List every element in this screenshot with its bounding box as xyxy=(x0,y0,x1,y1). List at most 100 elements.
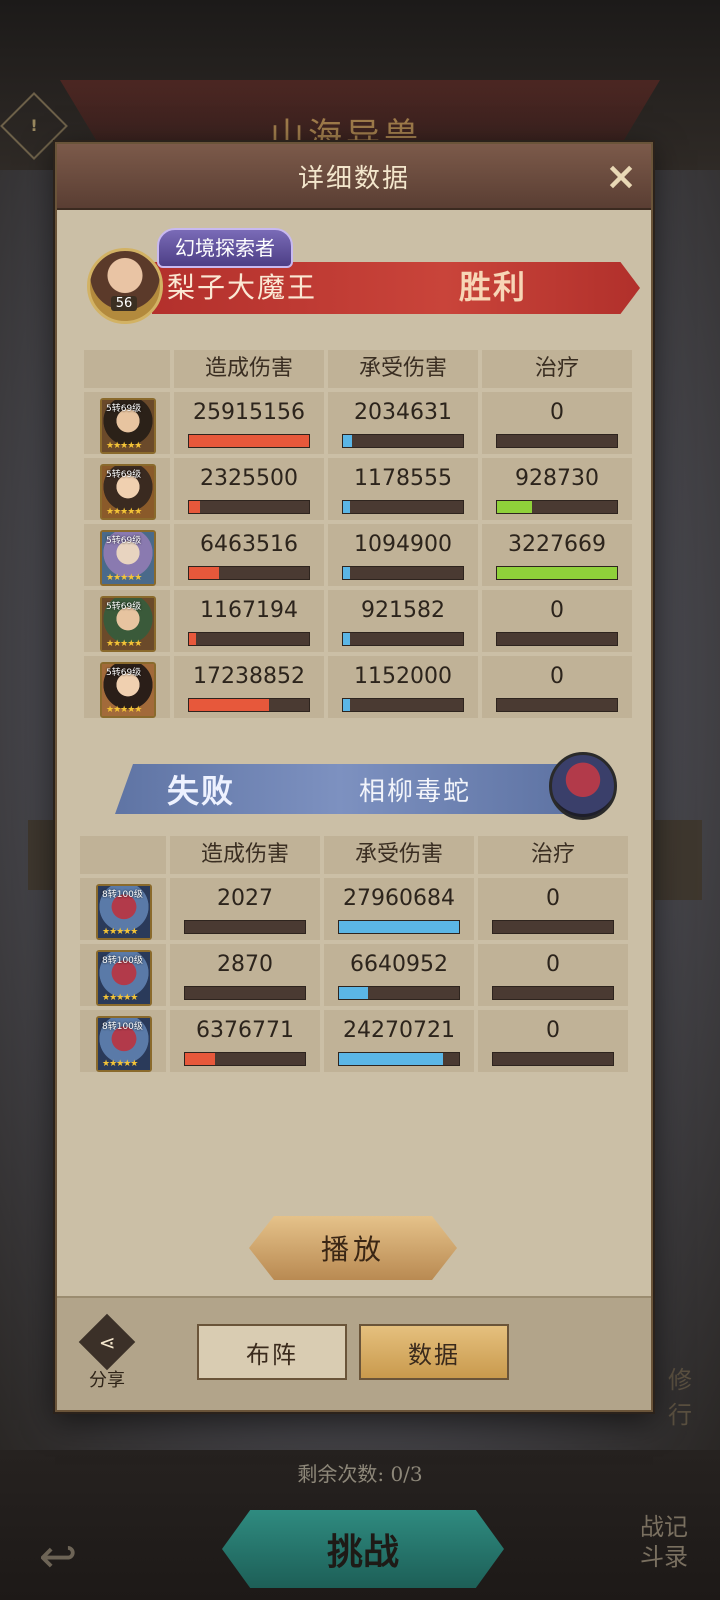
damage-dealt-bar xyxy=(188,434,310,448)
hero-portrait[interactable]: 8转100级 ★★★★★ xyxy=(96,950,152,1006)
damage-dealt-value: 6376771 xyxy=(196,1018,294,1043)
hero-portrait[interactable]: 8转100级 ★★★★★ xyxy=(96,1016,152,1072)
damage-taken-bar xyxy=(338,1052,460,1066)
hero-cell: 5转69级 ★★★★★ xyxy=(84,656,170,718)
player-avatar xyxy=(87,248,163,324)
hero-stars: ★★★★★ xyxy=(106,507,142,517)
hero-portrait[interactable]: 5转69级 ★★★★★ xyxy=(100,596,156,652)
healing-bar-fill xyxy=(497,501,532,513)
damage-dealt-bar-fill xyxy=(189,435,309,447)
practice-button[interactable]: 修 行 xyxy=(650,1360,710,1440)
damage-dealt-cell: 17238852 xyxy=(174,656,324,718)
hero-stars: ★★★★★ xyxy=(106,705,142,715)
dialog-title: 详细数据 xyxy=(297,164,410,194)
damage-taken-bar xyxy=(342,698,464,712)
damage-dealt-bar-fill xyxy=(189,633,197,645)
damage-taken-value: 921582 xyxy=(361,598,445,623)
challenge-button[interactable]: 挑战 xyxy=(222,1510,504,1588)
damage-dealt-bar xyxy=(188,632,310,646)
damage-dealt-bar-fill xyxy=(189,501,200,513)
enemy-name: 相柳毒蛇 xyxy=(359,777,472,807)
hero-portrait[interactable]: 5转69级 ★★★★★ xyxy=(100,530,156,586)
healing-cell: 0 xyxy=(482,392,632,454)
healing-bar xyxy=(492,920,614,934)
healing-value: 0 xyxy=(550,664,564,689)
damage-dealt-cell: 1167194 xyxy=(174,590,324,652)
healing-value: 928730 xyxy=(515,466,599,491)
hero-level-label: 8转100级 xyxy=(102,956,143,966)
dialog-footer xyxy=(57,1296,651,1410)
healing-bar xyxy=(496,698,618,712)
hero-cell: 8转100级 ★★★★★ xyxy=(80,878,166,940)
healing-bar-fill xyxy=(497,567,617,579)
damage-dealt-value: 6463516 xyxy=(200,532,298,557)
hero-portrait[interactable]: 5转69级 ★★★★★ xyxy=(100,398,156,454)
player-title-badge: 幻境探索者 xyxy=(157,228,293,268)
damage-taken-cell: 2034631 xyxy=(328,392,478,454)
hero-level-label: 8转100级 xyxy=(102,1022,143,1032)
header-healing: 治疗 xyxy=(482,350,632,388)
damage-taken-bar xyxy=(342,434,464,448)
damage-taken-bar xyxy=(342,566,464,580)
damage-taken-bar-fill xyxy=(339,987,368,999)
damage-dealt-value: 1167194 xyxy=(200,598,298,623)
hero-portrait[interactable]: 5转69级 ★★★★★ xyxy=(100,464,156,520)
damage-taken-cell: 6640952 xyxy=(324,944,474,1006)
healing-bar xyxy=(496,500,618,514)
damage-dealt-bar xyxy=(184,920,306,934)
healing-value: 0 xyxy=(546,952,560,977)
damage-taken-bar-fill xyxy=(343,435,352,447)
damage-dealt-cell: 25915156 xyxy=(174,392,324,454)
hero-cell: 5转69级 ★★★★★ xyxy=(84,458,170,520)
damage-dealt-value: 2870 xyxy=(217,952,273,977)
hero-level-label: 5转69级 xyxy=(106,668,142,678)
share-button[interactable]: ⋖ 分享 xyxy=(78,1313,136,1391)
header-damage-dealt: 造成伤害 xyxy=(174,350,324,388)
header-hero xyxy=(80,836,166,874)
tab-lineup[interactable]: 布阵 xyxy=(197,1324,347,1380)
table-row: 5转69级 ★★★★★ 1167194 921582 0 xyxy=(84,590,632,652)
healing-value: 0 xyxy=(550,400,564,425)
healing-bar xyxy=(492,986,614,1000)
table-row: 8转100级 ★★★★★ 2027 27960684 0 xyxy=(80,878,628,940)
table-row: 5转69级 ★★★★★ 6463516 1094900 3227669 xyxy=(84,524,632,586)
damage-taken-bar-fill xyxy=(339,1053,444,1065)
healing-bar xyxy=(496,434,618,448)
close-icon[interactable]: × xyxy=(601,156,641,196)
damage-taken-bar xyxy=(338,986,460,1000)
hero-portrait[interactable]: 5转69级 ★★★★★ xyxy=(100,662,156,718)
player-level: 56 xyxy=(111,296,137,311)
damage-dealt-bar-fill xyxy=(185,1053,215,1065)
hero-stars: ★★★★★ xyxy=(106,441,142,451)
victory-label: 胜利 xyxy=(459,268,528,306)
healing-value: 0 xyxy=(550,598,564,623)
table-row: 5转69级 ★★★★★ 25915156 2034631 0 xyxy=(84,392,632,454)
play-button[interactable]: 播放 xyxy=(249,1216,457,1280)
damage-dealt-value: 17238852 xyxy=(193,664,305,689)
hero-level-label: 5转69级 xyxy=(106,404,142,414)
damage-dealt-cell: 6376771 xyxy=(170,1010,320,1072)
player-stats-table: 造成伤害 承受伤害 治疗 5转69级 ★★★★★ 25915156 2034631 0 5… xyxy=(84,350,632,722)
healing-bar xyxy=(496,632,618,646)
header-healing: 治疗 xyxy=(478,836,628,874)
damage-taken-bar-fill xyxy=(343,501,351,513)
side-right-button[interactable] xyxy=(652,820,702,900)
damage-taken-value: 1094900 xyxy=(354,532,452,557)
header-damage-taken: 承受伤害 xyxy=(328,350,478,388)
damage-dealt-cell: 2027 xyxy=(170,878,320,940)
table-row: 8转100级 ★★★★★ 2870 6640952 0 xyxy=(80,944,628,1006)
damage-taken-cell: 1178555 xyxy=(328,458,478,520)
header-damage-taken: 承受伤害 xyxy=(324,836,474,874)
healing-cell: 3227669 xyxy=(482,524,632,586)
damage-taken-cell: 1094900 xyxy=(328,524,478,586)
damage-taken-value: 6640952 xyxy=(350,952,448,977)
healing-cell: 928730 xyxy=(482,458,632,520)
healing-cell: 0 xyxy=(478,1010,628,1072)
damage-dealt-cell: 2325500 xyxy=(174,458,324,520)
hero-portrait[interactable]: 8转100级 ★★★★★ xyxy=(96,884,152,940)
battle-record-button[interactable]: 战记 斗录 xyxy=(622,1512,706,1596)
tab-data[interactable]: 数据 xyxy=(359,1324,509,1380)
healing-cell: 0 xyxy=(478,944,628,1006)
damage-taken-bar-fill xyxy=(343,633,351,645)
back-arrow-icon[interactable]: ↩ xyxy=(22,1520,94,1592)
